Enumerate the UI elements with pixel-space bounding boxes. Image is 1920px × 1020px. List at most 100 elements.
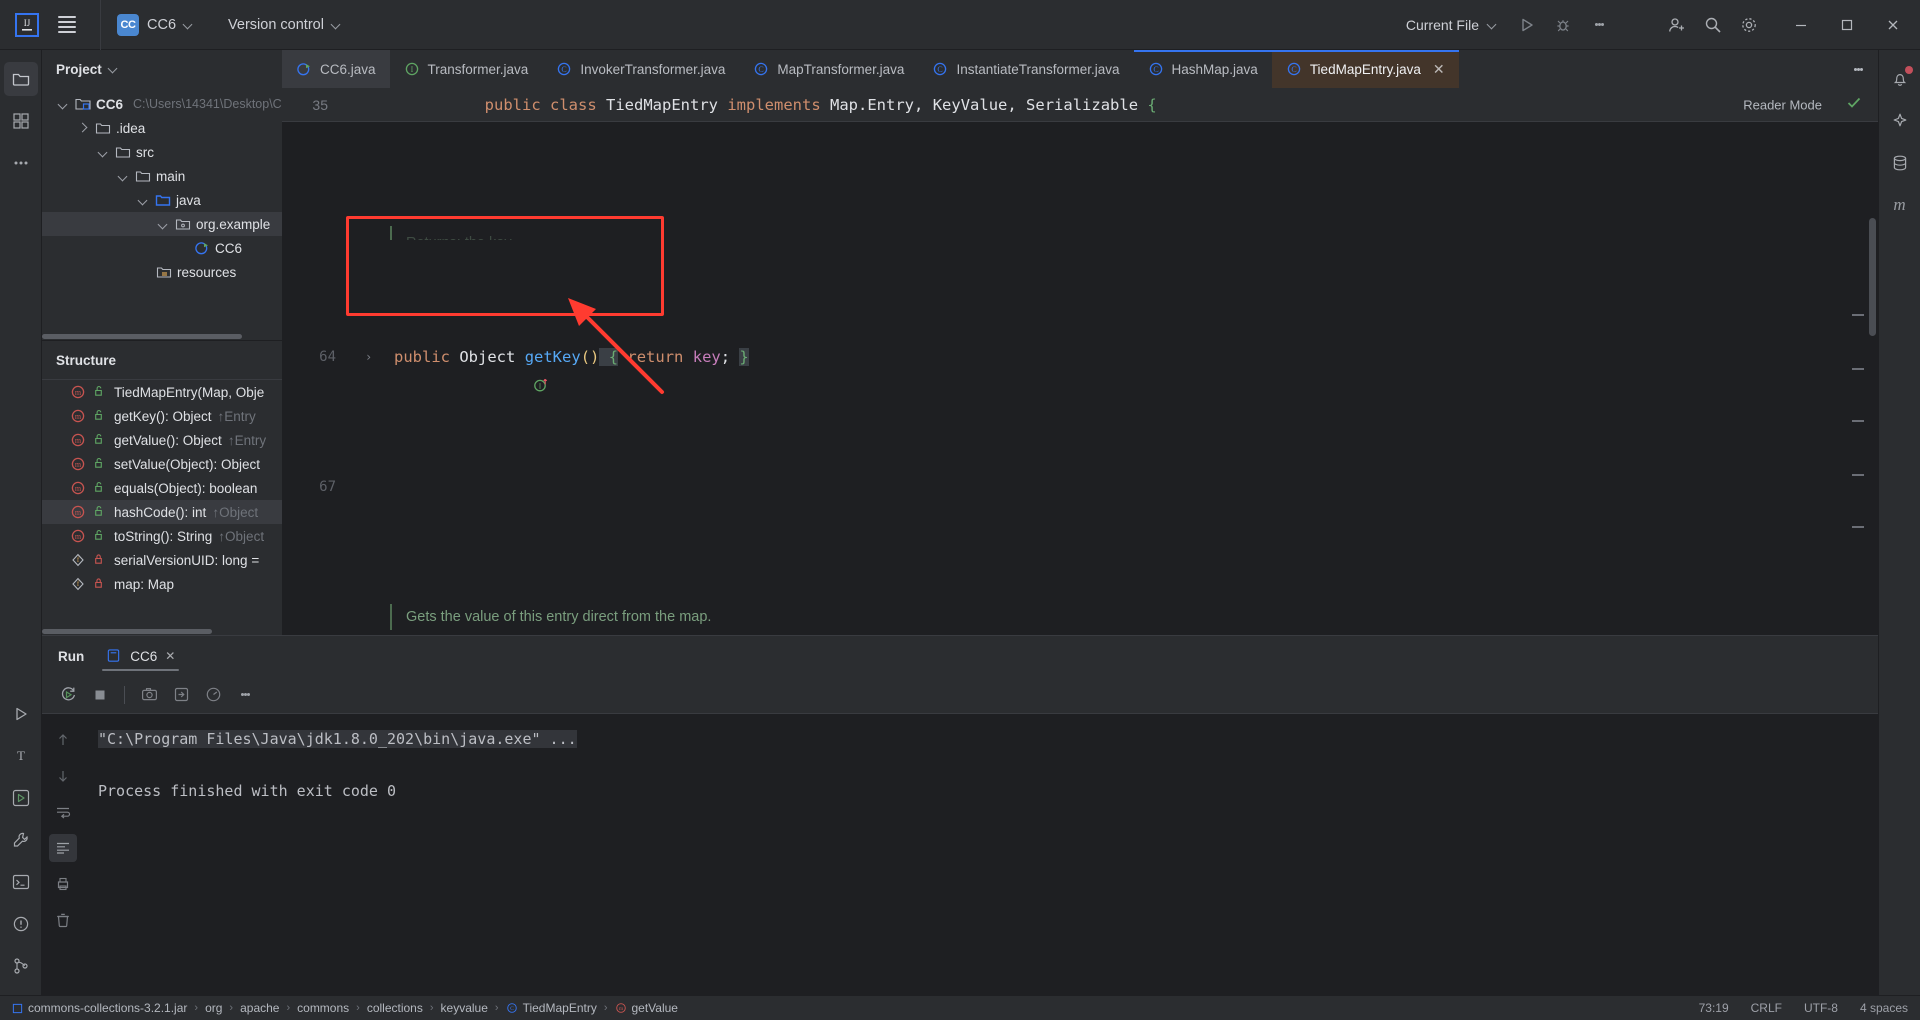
chevron-down-icon[interactable] xyxy=(116,169,130,183)
code-line-67[interactable]: 67 xyxy=(282,474,1878,500)
override-implement-icon[interactable]: I xyxy=(346,349,547,391)
tree-item-src[interactable]: src xyxy=(42,140,282,164)
print-icon[interactable] xyxy=(49,870,77,898)
run-configuration-label: Current File xyxy=(1405,16,1479,33)
window-close-icon[interactable] xyxy=(1870,0,1916,50)
screenshot-camera-icon[interactable] xyxy=(135,681,163,709)
reader-mode-label[interactable]: Reader Mode xyxy=(1743,97,1822,112)
scroll-up-icon[interactable] xyxy=(49,726,77,754)
structure-tool-icon[interactable]: T xyxy=(4,739,38,773)
breadcrumb-commons[interactable]: commons xyxy=(297,1001,349,1015)
gutter-markers[interactable]: I › xyxy=(344,344,547,391)
services-tool-icon[interactable] xyxy=(4,781,38,815)
run-configuration-selector[interactable]: Current File xyxy=(1396,12,1508,38)
editor-vertical-scrollbar[interactable] xyxy=(1869,218,1876,336)
close-icon[interactable]: ✕ xyxy=(165,649,175,663)
tabs-more-icon[interactable] xyxy=(1844,55,1872,83)
breadcrumb-org[interactable]: org xyxy=(205,1001,222,1015)
breadcrumb-apache[interactable]: apache xyxy=(240,1001,279,1015)
tree-item-java[interactable]: java xyxy=(42,188,282,212)
code-line-64[interactable]: 64 I › public Object getKey() { return k… xyxy=(282,344,1878,391)
more-tool-icon[interactable] xyxy=(4,146,38,180)
export-icon[interactable] xyxy=(167,681,195,709)
method-icon: m xyxy=(70,504,86,520)
code-viewport[interactable]: Returns: the key 64 I › xyxy=(282,122,1878,635)
structure-horizontal-scrollbar[interactable] xyxy=(42,629,212,634)
line-separator[interactable]: CRLF xyxy=(1751,1001,1782,1015)
structure-item[interactable]: m equals(Object): boolean xyxy=(42,476,282,500)
structure-item[interactable]: m setValue(Object): Object xyxy=(42,452,282,476)
rerun-icon[interactable] xyxy=(54,681,82,709)
clear-all-icon[interactable] xyxy=(49,906,77,934)
run-triangle-icon[interactable] xyxy=(1510,8,1544,42)
search-icon[interactable] xyxy=(1696,8,1730,42)
version-control-selector[interactable]: Version control xyxy=(218,13,352,37)
hamburger-menu-icon[interactable] xyxy=(50,8,84,42)
breadcrumb-getvalue[interactable]: m getValue xyxy=(615,1001,678,1015)
notifications-bell-icon[interactable] xyxy=(1883,62,1917,96)
chevron-right-icon[interactable] xyxy=(76,121,90,135)
structure-item[interactable]: f serialVersionUID: long = xyxy=(42,548,282,572)
structure-item[interactable]: f map: Map xyxy=(42,572,282,596)
chevron-down-icon[interactable] xyxy=(136,193,150,207)
indent-setting[interactable]: 4 spaces xyxy=(1860,1001,1908,1015)
tree-item-main[interactable]: main xyxy=(42,164,282,188)
run-tool-icon[interactable] xyxy=(4,697,38,731)
left-tool-rail: T xyxy=(0,50,42,995)
project-selector[interactable]: CC CC6 xyxy=(109,10,202,40)
chevron-down-icon[interactable] xyxy=(156,217,170,231)
chevron-down-icon[interactable] xyxy=(96,145,110,159)
structure-item[interactable]: m toString(): String ↑Object xyxy=(42,524,282,548)
breadcrumb-jar[interactable]: commons-collections-3.2.1.jar xyxy=(12,1001,187,1015)
breadcrumb-keyvalue[interactable]: keyvalue xyxy=(441,1001,488,1015)
structure-item[interactable]: m getKey(): Object ↑Entry xyxy=(42,404,282,428)
caret-position[interactable]: 73:19 xyxy=(1699,1001,1729,1015)
project-tool-icon[interactable] xyxy=(3,62,38,96)
structure-tree[interactable]: m TiedMapEntry(Map, Obje m getKey(): Object… xyxy=(42,379,282,635)
expand-chevron-icon[interactable]: › xyxy=(365,344,372,370)
tree-item-resources[interactable]: resources xyxy=(42,260,282,284)
terminal-tool-icon[interactable] xyxy=(4,865,38,899)
ai-assistant-icon[interactable] xyxy=(1883,104,1917,138)
structure-item[interactable]: m hashCode(): int ↑Object xyxy=(42,500,282,524)
more-vertical-icon[interactable] xyxy=(231,681,259,709)
run-tab-cc6[interactable]: CC6 ✕ xyxy=(102,636,180,676)
window-maximize-icon[interactable] xyxy=(1824,0,1870,50)
editor-tab-tiedmapentry[interactable]: C TiedMapEntry.java ✕ xyxy=(1271,50,1459,88)
tree-item-org-example[interactable]: org.example xyxy=(42,212,282,236)
file-encoding[interactable]: UTF-8 xyxy=(1804,1001,1838,1015)
chevron-down-icon[interactable] xyxy=(109,64,119,74)
profiler-icon[interactable] xyxy=(199,681,227,709)
scroll-to-end-icon[interactable] xyxy=(49,834,77,862)
window-minimize-icon[interactable] xyxy=(1778,0,1824,50)
maven-icon[interactable]: m xyxy=(1883,188,1917,222)
breadcrumb-tiedmapentry[interactable]: C TiedMapEntry xyxy=(506,1001,597,1015)
version-control-tool-icon[interactable] xyxy=(4,949,38,983)
soft-wrap-icon[interactable] xyxy=(49,798,77,826)
tree-item-cc6-class[interactable]: CC6 xyxy=(42,236,282,260)
breadcrumb-collections[interactable]: collections xyxy=(367,1001,423,1015)
stop-icon[interactable] xyxy=(86,681,114,709)
database-icon[interactable] xyxy=(1883,146,1917,180)
inspection-ok-checkmark-icon[interactable] xyxy=(1846,94,1862,115)
commit-tool-icon[interactable] xyxy=(4,104,38,138)
add-account-icon[interactable] xyxy=(1660,8,1694,42)
structure-item[interactable]: m TiedMapEntry(Map, Obje xyxy=(42,380,282,404)
tree-item-idea[interactable]: .idea xyxy=(42,116,282,140)
close-icon[interactable]: ✕ xyxy=(1433,61,1445,78)
build-tool-icon[interactable] xyxy=(4,823,38,857)
code-content[interactable]: Returns: the key 64 I › xyxy=(282,122,1878,635)
scroll-down-icon[interactable] xyxy=(49,762,77,790)
structure-item[interactable]: m getValue(): Object ↑Entry xyxy=(42,428,282,452)
project-tree[interactable]: CC6 C:\Users\14341\Desktop\C .idea src m… xyxy=(42,88,282,340)
console-output[interactable]: "C:\Program Files\Java\jdk1.8.0_202\bin\… xyxy=(84,714,1878,995)
more-vertical-icon[interactable] xyxy=(1582,8,1616,42)
titlebar-divider xyxy=(100,0,101,50)
chevron-down-icon[interactable] xyxy=(56,97,70,111)
gear-icon[interactable] xyxy=(1732,8,1766,42)
chevron-down-icon xyxy=(184,20,194,30)
debug-bug-icon[interactable] xyxy=(1546,8,1580,42)
problems-tool-icon[interactable] xyxy=(4,907,38,941)
project-horizontal-scrollbar[interactable] xyxy=(42,334,242,339)
tree-item-cc6[interactable]: CC6 C:\Users\14341\Desktop\C xyxy=(42,92,282,116)
